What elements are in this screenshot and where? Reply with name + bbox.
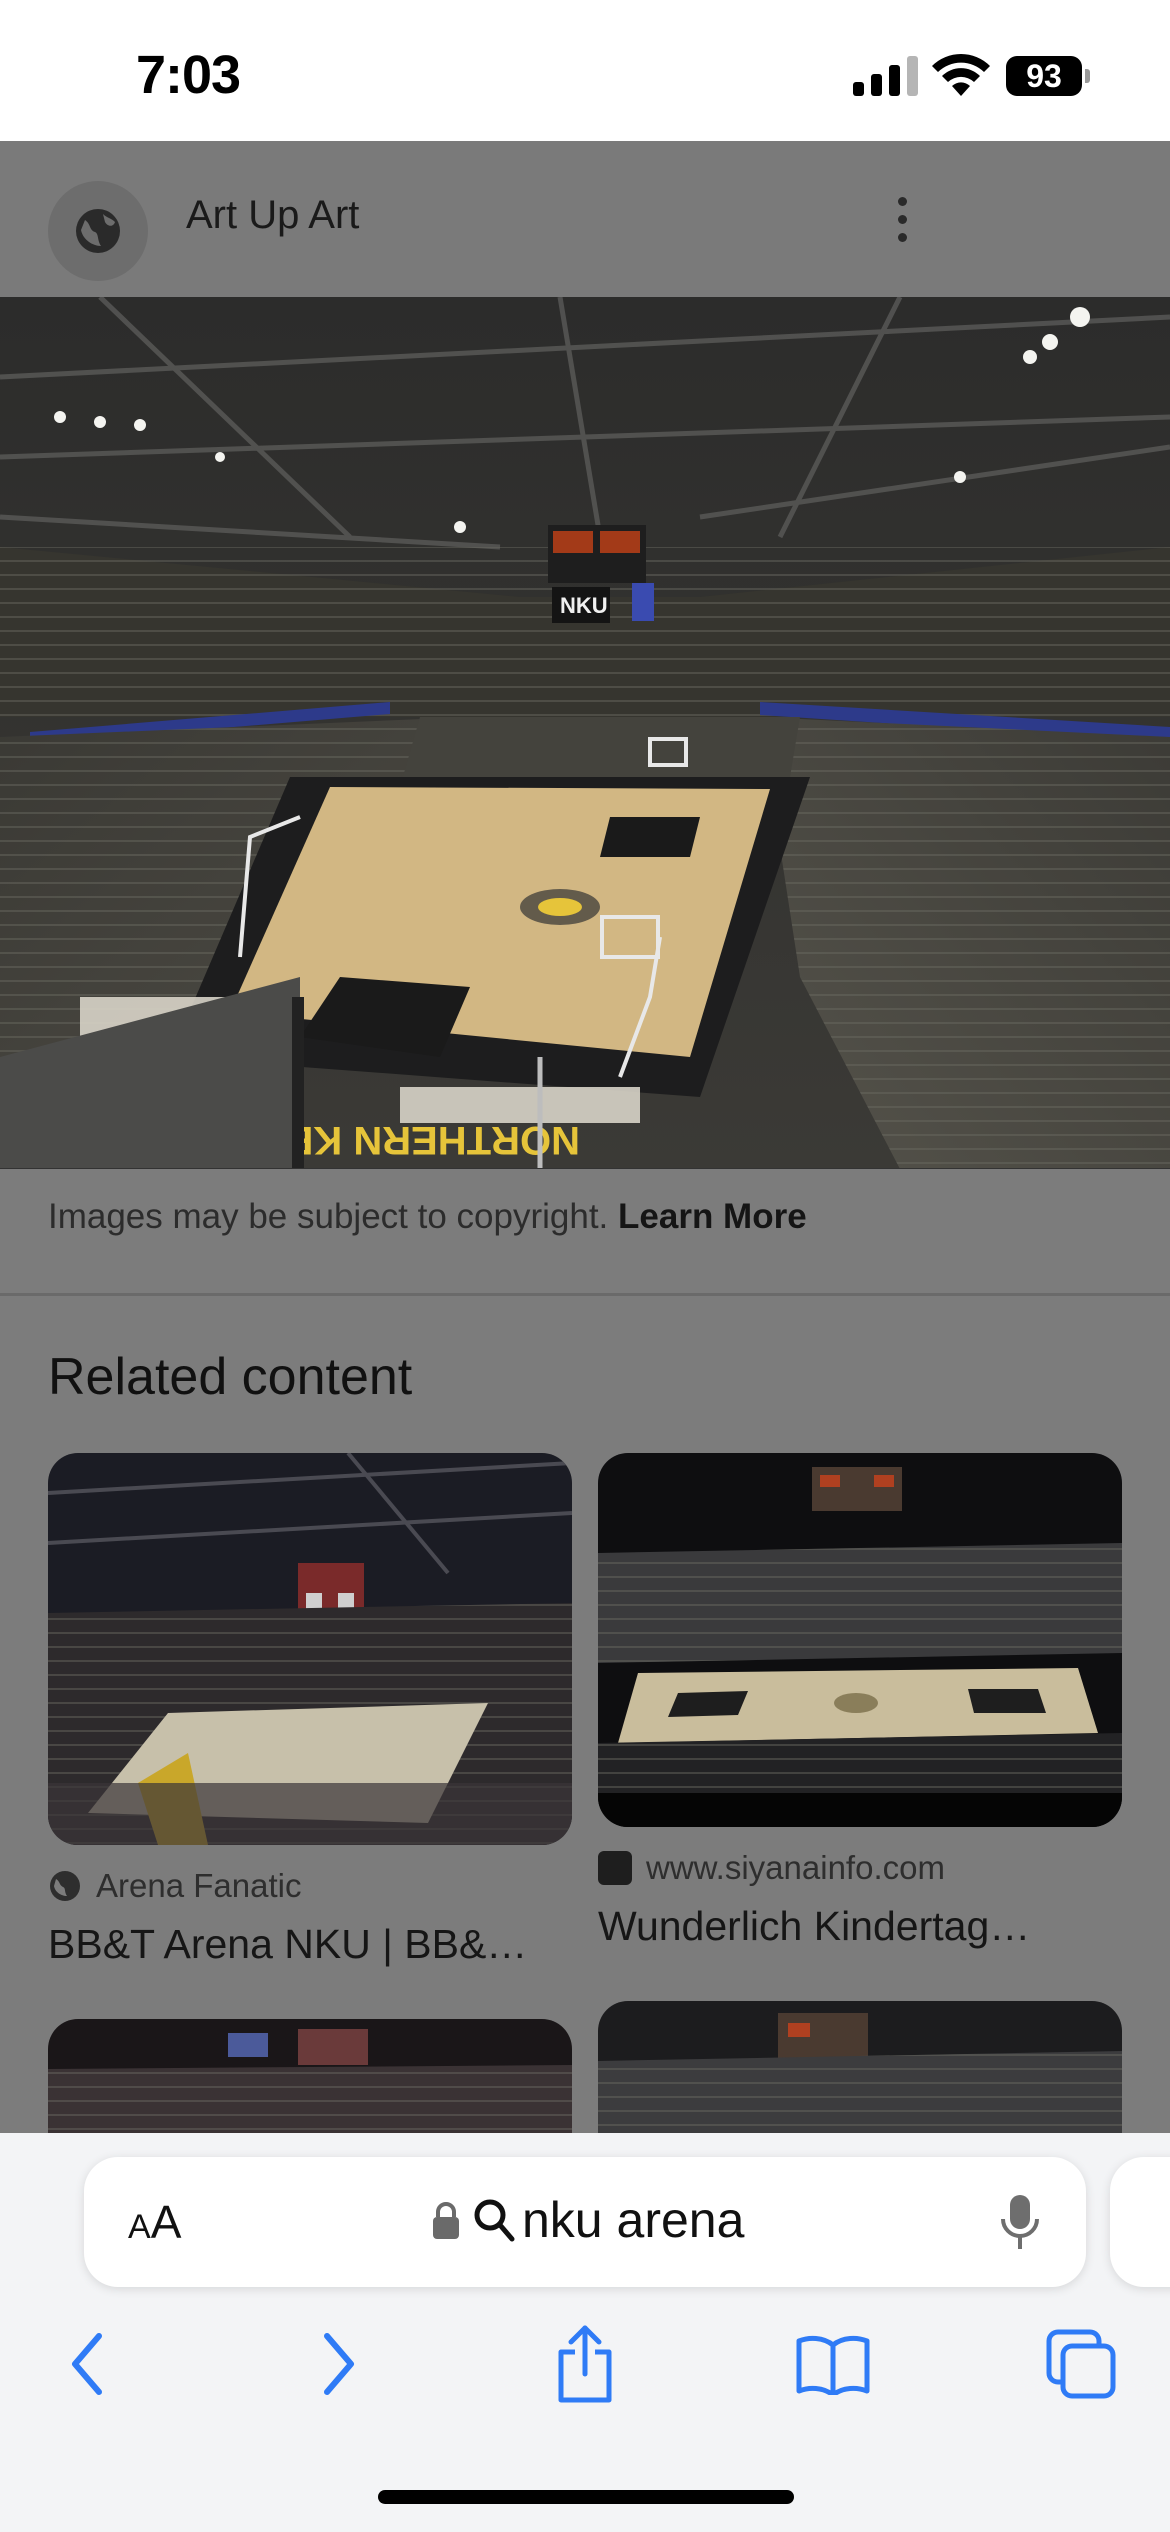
- result-source: www.siyanainfo.com: [646, 1849, 945, 1886]
- lock-icon: [433, 2202, 459, 2239]
- result-title[interactable]: Wunderlich Kindertag…: [598, 1903, 1030, 1950]
- share-button[interactable]: [540, 2319, 630, 2409]
- reader-settings-button[interactable]: AA: [128, 2195, 181, 2249]
- result-title[interactable]: BB&T Arena NKU | BB&…: [48, 1921, 527, 1968]
- browser-toolbar: AA nku arena: [0, 2133, 1170, 2532]
- more-options-icon[interactable]: [880, 189, 924, 249]
- search-icon: [474, 2199, 515, 2242]
- chevron-left-icon: [72, 2333, 102, 2395]
- svg-text:NKU: NKU: [560, 593, 608, 618]
- book-icon: [796, 2335, 870, 2395]
- copyright-text: Images may be subject to copyright.: [48, 1197, 609, 1236]
- globe-icon: [76, 209, 120, 253]
- microphone-icon[interactable]: [1000, 2193, 1040, 2253]
- related-image[interactable]: [48, 1453, 572, 1845]
- url-field[interactable]: nku arena: [522, 2191, 744, 2249]
- share-icon: [558, 2325, 612, 2403]
- battery-icon: 93: [1006, 56, 1092, 96]
- site-name[interactable]: Art Up Art: [186, 193, 359, 238]
- battery-level: 93: [1006, 56, 1082, 96]
- status-bar: 7:03 93: [0, 0, 1170, 141]
- section-divider: [0, 1293, 1170, 1296]
- wifi-icon: [932, 53, 990, 96]
- related-content-heading: Related content: [48, 1348, 413, 1406]
- learn-more-link[interactable]: Learn More: [618, 1197, 807, 1236]
- chevron-right-icon: [324, 2333, 354, 2395]
- related-image[interactable]: [48, 2019, 572, 2133]
- tabs-button[interactable]: [1036, 2319, 1126, 2409]
- copyright-notice: Images may be subject to copyright. Lear…: [48, 1197, 807, 1237]
- globe-icon: [50, 1871, 80, 1901]
- hero-image[interactable]: NKU NORTHERN KENTUCKY: [0, 297, 1170, 1169]
- home-indicator[interactable]: [378, 2490, 794, 2504]
- forward-button[interactable]: [294, 2319, 384, 2409]
- address-bar[interactable]: AA nku arena: [84, 2157, 1086, 2287]
- related-image[interactable]: [598, 2001, 1122, 2133]
- back-button[interactable]: [42, 2319, 132, 2409]
- bookmarks-button[interactable]: [788, 2319, 878, 2409]
- result-source: Arena Fanatic: [96, 1867, 302, 1904]
- related-image[interactable]: [598, 1453, 1122, 1827]
- site-favicon: [48, 181, 148, 281]
- tabs-icon: [1046, 2329, 1116, 2399]
- cellular-signal-icon: [853, 56, 918, 96]
- site-header: Art Up Art: [0, 141, 1170, 297]
- status-time: 7:03: [136, 45, 241, 105]
- page-content: Art Up Art NKU NORTHERN KENTUCKY Images …: [0, 141, 1170, 2133]
- next-tab-preview[interactable]: [1110, 2157, 1170, 2287]
- site-favicon-icon: [598, 1851, 632, 1885]
